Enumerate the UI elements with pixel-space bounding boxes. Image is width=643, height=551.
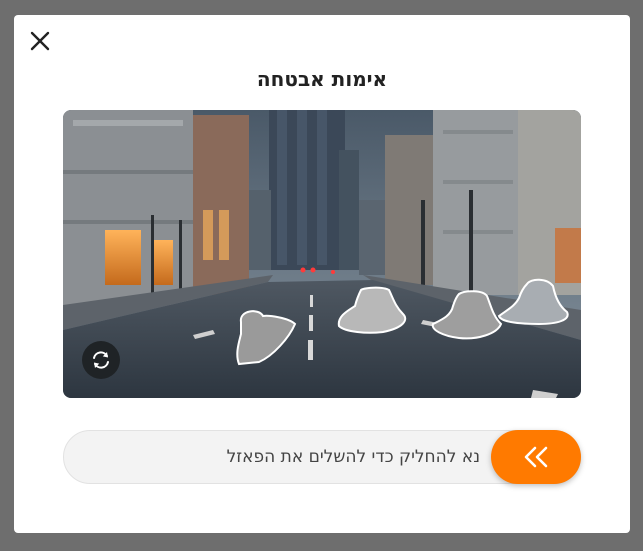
slider-instruction: נא להחליק כדי להשלים את הפאזל (226, 447, 480, 467)
puzzle-image (63, 110, 581, 398)
double-chevron-left-icon (524, 446, 548, 468)
refresh-button[interactable] (82, 341, 120, 379)
city-street-image (63, 110, 581, 398)
security-dialog: אימות אבטחה נא להחליק כדי להשלים את הפאז… (14, 15, 630, 533)
slider-handle[interactable] (491, 430, 581, 484)
close-button[interactable] (28, 29, 52, 53)
puzzle-slider[interactable]: נא להחליק כדי להשלים את הפאזל (63, 430, 581, 484)
close-icon (30, 31, 50, 51)
refresh-icon (93, 351, 109, 369)
dialog-title: אימות אבטחה (256, 67, 388, 91)
